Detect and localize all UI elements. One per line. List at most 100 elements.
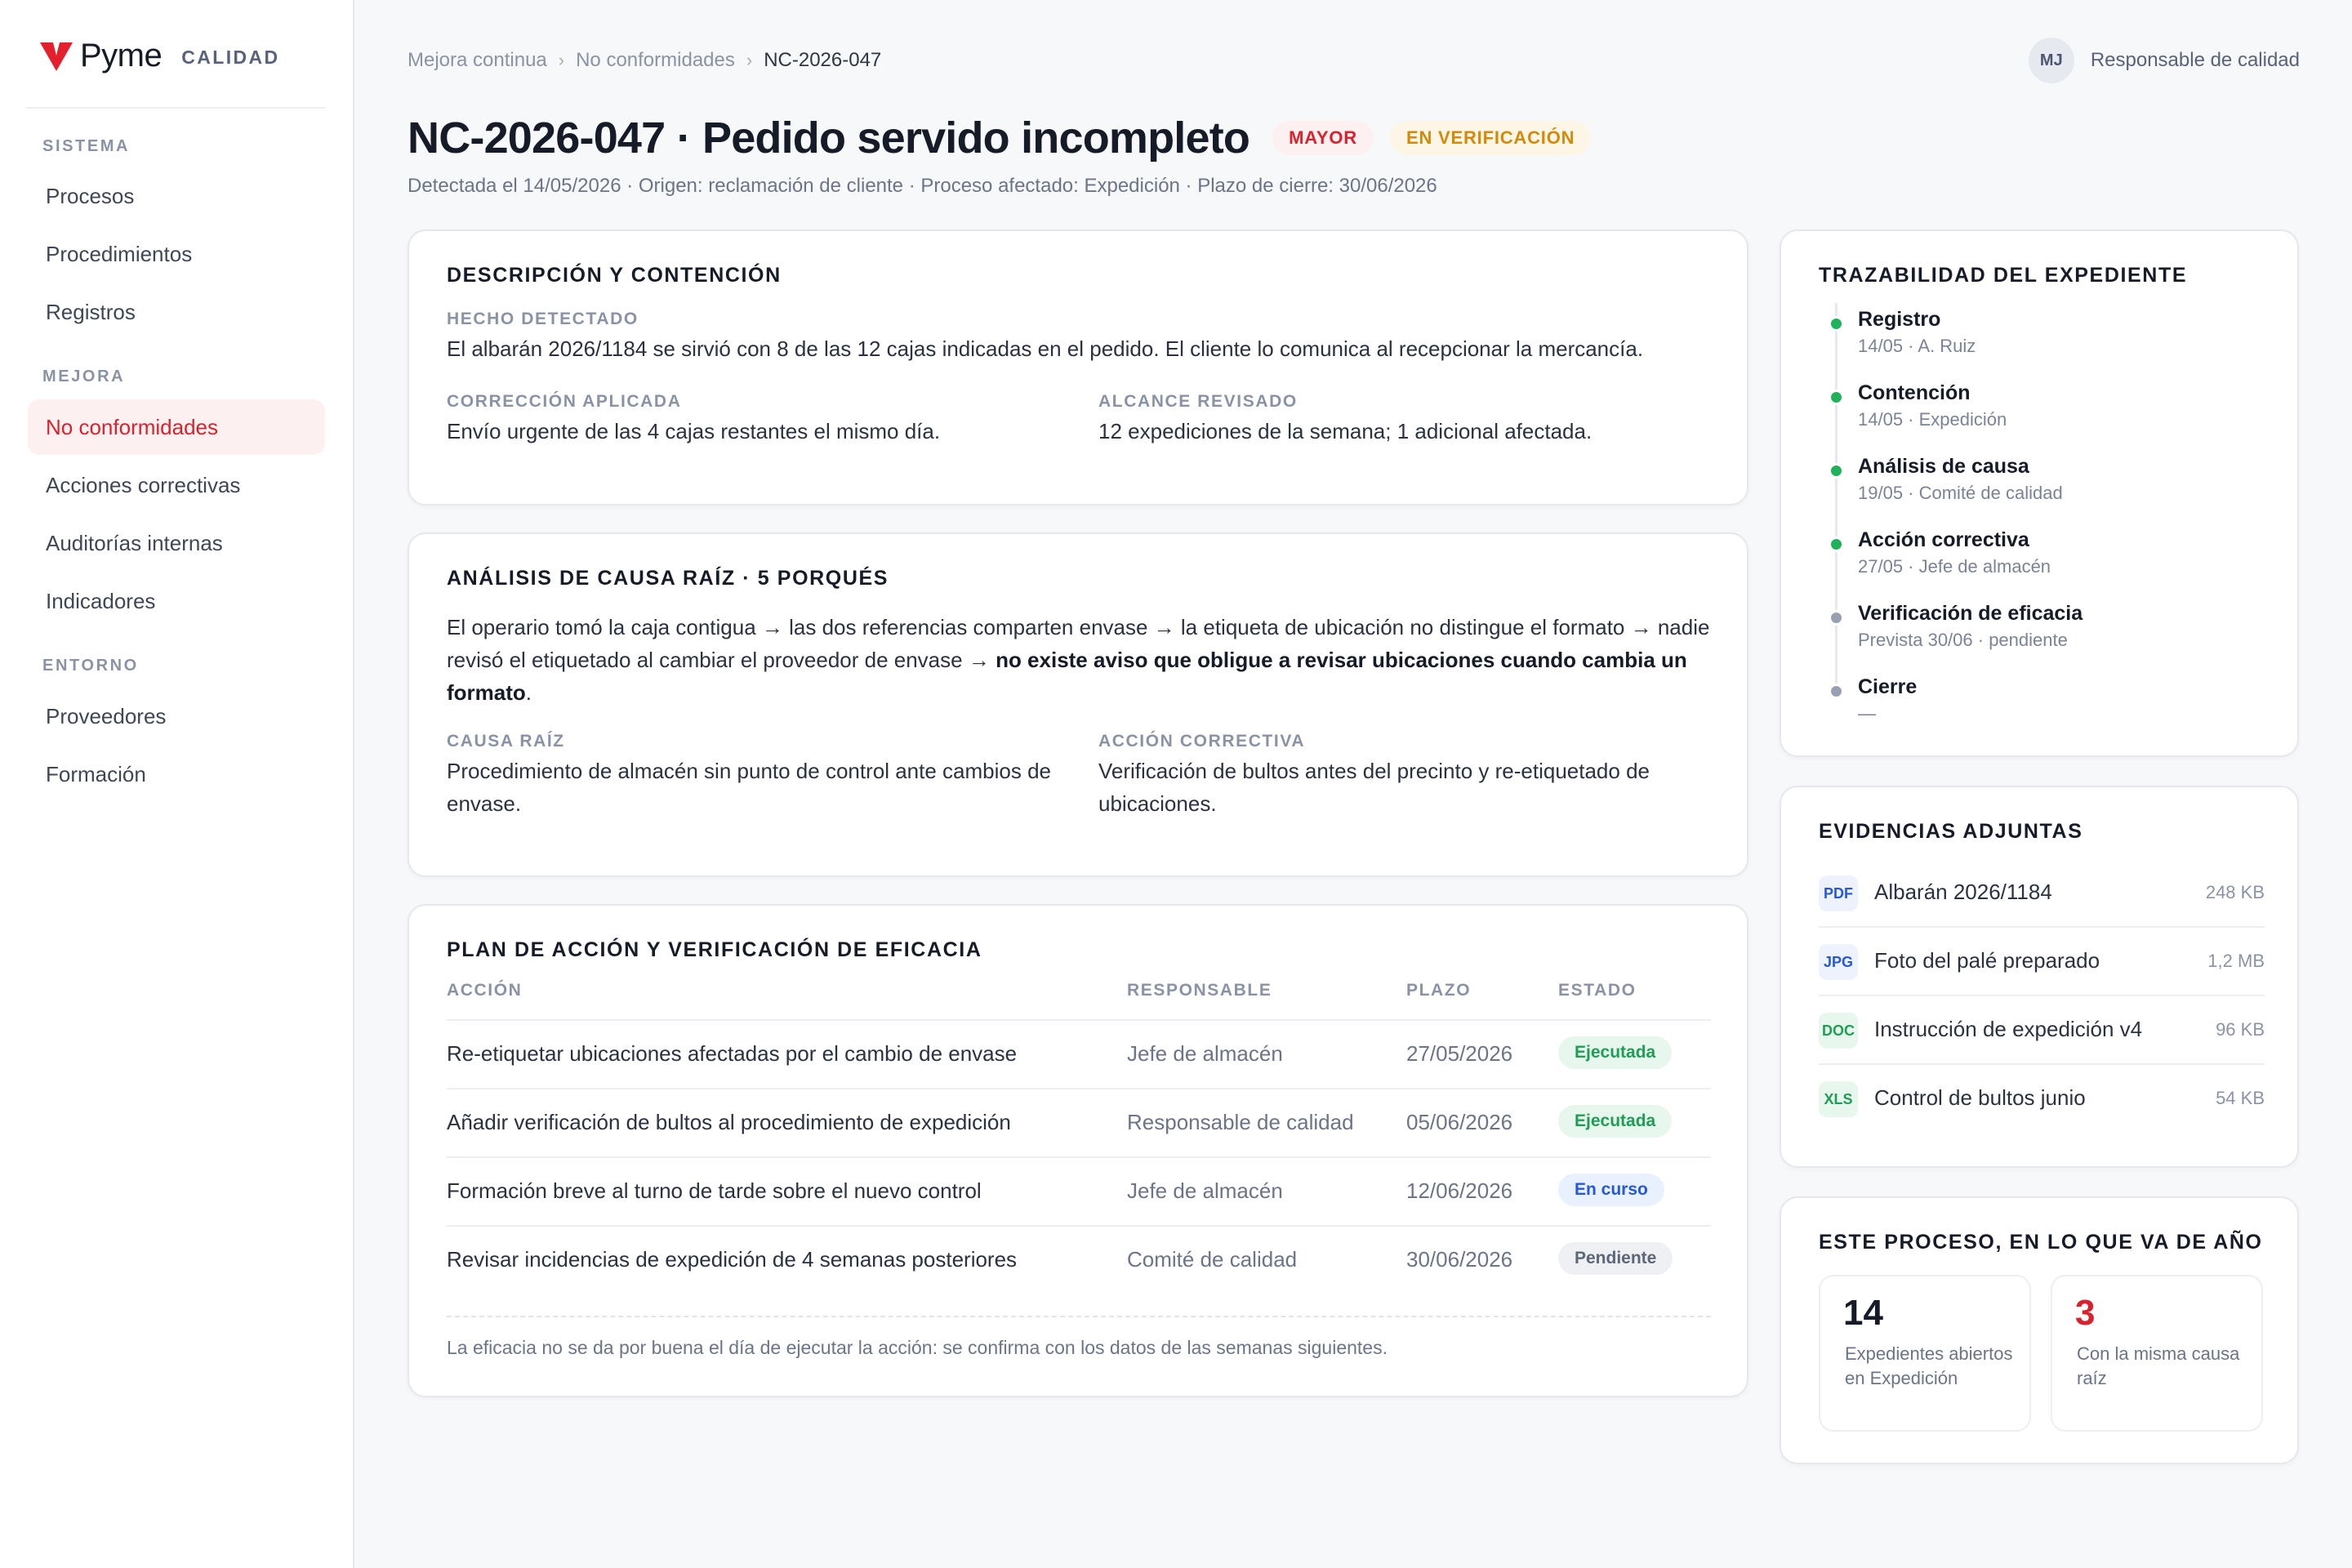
stat-value: 14	[1843, 1293, 1883, 1333]
status-badge: En curso	[1558, 1174, 1664, 1206]
description-card: DESCRIPCIÓN Y CONTENCIÓN HECHO DETECTADO…	[408, 229, 1748, 506]
file-name[interactable]: Control de bultos junio	[1874, 1085, 2086, 1111]
five-whys-chain: El operario tomó la caja contigua → las …	[447, 611, 1721, 709]
status-badge: Ejecutada	[1558, 1105, 1673, 1138]
card-title: PLAN DE ACCIÓN Y VERIFICACIÓN DE EFICACI…	[447, 938, 982, 961]
stat-open-cases: 14 Expedientes abiertos en Expedición	[1819, 1275, 2031, 1432]
breadcrumb-item-no-conformidades[interactable]: No conformidades	[576, 49, 735, 72]
breadcrumb-item-mejora-continua[interactable]: Mejora continua	[408, 49, 547, 72]
traceability-card: TRAZABILIDAD DEL EXPEDIENTE Registro 14/…	[1780, 229, 2299, 757]
status-badge: EN VERIFICACIÓN	[1389, 121, 1592, 155]
list-item[interactable]: DOC Instrucción de expedición v4 96 KB	[1819, 996, 2265, 1065]
file-size: 96 KB	[2216, 1019, 2265, 1040]
dashed-divider	[447, 1316, 1711, 1317]
user-role: Responsable de calidad	[2090, 49, 2300, 71]
brand-logo-icon	[40, 42, 73, 71]
divider	[26, 107, 325, 109]
evidence-card: EVIDENCIAS ADJUNTAS PDF Albarán 2026/118…	[1780, 786, 2299, 1168]
page-header: NC-2026-047 · Pedido servido incompleto …	[408, 109, 1592, 167]
due-cell: 05/06/2026	[1406, 1110, 1513, 1134]
chevron-right-icon: ›	[746, 50, 753, 70]
timeline-step-name: Análisis de causa	[1858, 455, 2029, 478]
severity-badge: MAYOR	[1272, 121, 1374, 155]
owner-cell: Responsable de calidad	[1127, 1110, 1354, 1134]
root-cause-card: ANÁLISIS DE CAUSA RAÍZ · 5 PORQUÉS El op…	[408, 532, 1748, 877]
spreadsheet-file-icon: XLS	[1819, 1081, 1858, 1117]
avatar[interactable]: MJ	[2028, 38, 2074, 83]
card-title: ANÁLISIS DE CAUSA RAÍZ · 5 PORQUÉS	[447, 567, 889, 590]
action-cell: Formación breve al turno de tarde sobre …	[447, 1178, 982, 1203]
nav-section-sistema: SISTEMA	[42, 137, 131, 155]
step-pending-icon	[1829, 684, 1844, 699]
image-file-icon: JPG	[1819, 944, 1858, 980]
file-size: 248 KB	[2205, 882, 2265, 902]
footnote: La eficacia no se da por buena el día de…	[447, 1337, 1388, 1358]
step-done-icon	[1829, 537, 1844, 552]
status-badge: Pendiente	[1558, 1242, 1673, 1275]
sidebar-item-registros[interactable]: Registros	[28, 284, 325, 340]
scope-value: 12 expediciones de la semana; 1 adiciona…	[1098, 419, 1592, 443]
process-stats-card: ESTE PROCESO, EN LO QUE VA DE AÑO 14 Exp…	[1780, 1196, 2299, 1464]
sidebar-item-formacion[interactable]: Formación	[28, 746, 325, 802]
sidebar: Pyme CALIDAD SISTEMA Procesos Procedimie…	[0, 0, 354, 1568]
due-cell: 30/06/2026	[1406, 1247, 1513, 1272]
fact-value: El albarán 2026/1184 se sirvió con 8 de …	[447, 336, 1644, 361]
status-badge: Ejecutada	[1558, 1036, 1673, 1069]
breadcrumb-item-current: NC-2026-047	[764, 49, 882, 71]
list-item[interactable]: XLS Control de bultos junio 54 KB	[1819, 1065, 2265, 1134]
brand[interactable]: Pyme CALIDAD	[39, 36, 280, 75]
chevron-right-icon: ›	[558, 50, 565, 70]
stat-value: 3	[2075, 1293, 2096, 1333]
timeline-step-meta: 19/05 · Comité de calidad	[1858, 483, 2063, 503]
card-title: TRAZABILIDAD DEL EXPEDIENTE	[1819, 264, 2188, 287]
timeline-step-name: Verificación de eficacia	[1858, 602, 2083, 625]
pdf-file-icon: PDF	[1819, 875, 1858, 911]
sidebar-item-procesos[interactable]: Procesos	[28, 168, 325, 224]
row-divider	[447, 1088, 1711, 1089]
owner-cell: Jefe de almacén	[1127, 1041, 1283, 1066]
list-item[interactable]: PDF Albarán 2026/1184 248 KB	[1819, 859, 2265, 928]
step-done-icon	[1829, 316, 1844, 332]
column-header-accion: ACCIÓN	[447, 981, 523, 1000]
file-name[interactable]: Foto del palé preparado	[1874, 948, 2100, 973]
column-header-plazo: PLAZO	[1406, 981, 1472, 1000]
sidebar-item-proveedores[interactable]: Proveedores	[28, 688, 325, 744]
timeline-step-meta: 14/05 · A. Ruiz	[1858, 336, 1976, 356]
step-done-icon	[1829, 390, 1844, 405]
stat-label: Con la misma causa raíz	[2077, 1343, 2240, 1388]
root-cause-value: Procedimiento de almacén sin punto de co…	[447, 759, 1051, 816]
card-title: DESCRIPCIÓN Y CONTENCIÓN	[447, 264, 782, 287]
sidebar-item-indicadores[interactable]: Indicadores	[28, 573, 325, 629]
timeline-step-name: Cierre	[1858, 675, 1918, 698]
row-divider	[447, 1225, 1711, 1227]
due-cell: 27/05/2026	[1406, 1041, 1513, 1066]
timeline-step-name: Registro	[1858, 308, 1941, 331]
row-divider	[447, 1156, 1711, 1158]
corrective-action-label: ACCIÓN CORRECTIVA	[1098, 732, 1306, 751]
action-cell: Añadir verificación de bultos al procedi…	[447, 1110, 1011, 1134]
file-name[interactable]: Instrucción de expedición v4	[1874, 1017, 2142, 1042]
scope-label: ALCANCE REVISADO	[1098, 392, 1298, 411]
brand-name: Pyme	[80, 37, 163, 74]
timeline-step-meta: Prevista 30/06 · pendiente	[1858, 630, 2068, 650]
owner-cell: Comité de calidad	[1127, 1247, 1298, 1272]
action-cell: Re-etiquetar ubicaciones afectadas por e…	[447, 1041, 1018, 1066]
sidebar-item-acciones-correctivas[interactable]: Acciones correctivas	[28, 457, 325, 513]
sidebar-item-procedimientos[interactable]: Procedimientos	[28, 226, 325, 282]
sidebar-item-no-conformidades[interactable]: No conformidades	[28, 399, 325, 455]
list-item[interactable]: JPG Foto del palé preparado 1,2 MB	[1819, 928, 2265, 996]
action-plan-card: PLAN DE ACCIÓN Y VERIFICACIÓN DE EFICACI…	[408, 904, 1748, 1397]
timeline-step-meta: 27/05 · Jefe de almacén	[1858, 556, 2051, 577]
sidebar-item-auditorias-internas[interactable]: Auditorías internas	[28, 515, 325, 571]
step-pending-icon	[1829, 610, 1844, 626]
page-subtitle: Detectada el 14/05/2026 · Origen: reclam…	[408, 175, 1437, 197]
file-name[interactable]: Albarán 2026/1184	[1874, 880, 2052, 905]
file-size: 54 KB	[2216, 1088, 2265, 1108]
column-header-estado: ESTADO	[1558, 981, 1637, 1000]
table-header-divider	[447, 1019, 1711, 1021]
user-menu[interactable]: MJ Responsable de calidad	[2028, 38, 2300, 83]
breadcrumb: Mejora continua › No conformidades › NC-…	[408, 47, 881, 74]
correction-label: CORRECCIÓN APLICADA	[447, 392, 682, 411]
action-cell: Revisar incidencias de expedición de 4 s…	[447, 1247, 1018, 1272]
owner-cell: Jefe de almacén	[1127, 1178, 1283, 1203]
